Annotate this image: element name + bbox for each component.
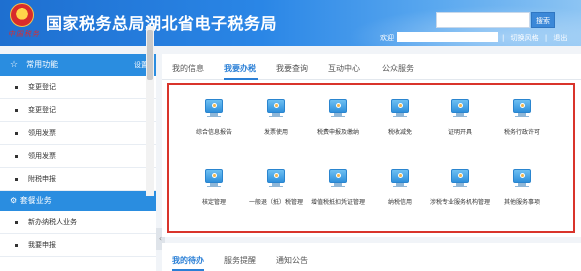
user-name-box xyxy=(397,32,498,42)
gear-icon: ⚙ xyxy=(10,196,18,205)
monitor-icon xyxy=(329,99,347,113)
package-services-header[interactable]: ⚙ 套餐业务 xyxy=(0,191,156,211)
service-invoice[interactable]: 发票使用 xyxy=(241,99,311,137)
sidebar-item-change-registration[interactable]: 变更登记 xyxy=(0,99,156,122)
sidebar-item-invoice-claim[interactable]: 领用发票 xyxy=(0,145,156,168)
monitor-icon xyxy=(513,169,531,183)
service-verification[interactable]: 核定管理 xyxy=(179,169,249,207)
tab-interaction[interactable]: 互动中心 xyxy=(328,63,360,74)
monitor-icon xyxy=(205,99,223,113)
tab-my-todo[interactable]: 我的待办 xyxy=(172,255,204,266)
services-highlight-frame: 综合信息报告 发票使用 税费申报及缴纳 税收减免 证明开具 税务行政许可 核定管… xyxy=(167,83,575,233)
search-input[interactable] xyxy=(436,12,530,28)
main-panel: 我的信息 我要办税 我要查询 互动中心 公众服务 综合信息报告 发票使用 税费申… xyxy=(162,54,581,237)
section-title: 常用功能 xyxy=(26,60,59,69)
section-title: 套餐业务 xyxy=(19,196,52,205)
sidebar-item-new-taxpayer[interactable]: 新办纳税人业务 xyxy=(0,211,156,234)
header-links: | 切换风格 | 退出 xyxy=(500,33,569,43)
service-tax-refund[interactable]: 一般退（抵）税管理 xyxy=(241,169,311,207)
tab-announcements[interactable]: 通知公告 xyxy=(276,255,308,266)
bottom-panel: 我的待办 服务提醒 通知公告 xyxy=(162,243,581,271)
main-tabs: 我的信息 我要办税 我要查询 互动中心 公众服务 xyxy=(162,54,581,80)
active-tab-indicator xyxy=(224,78,258,80)
monitor-icon xyxy=(329,169,347,183)
sidebar: ☆ 常用功能 设置 变更登记 变更登记 领用发票 领用发票 附税申报 ⚙ 套餐业务… xyxy=(0,54,156,271)
monitor-icon xyxy=(267,99,285,113)
sidebar-item-change-registration[interactable]: 变更登记 xyxy=(0,76,156,99)
scroll-thumb[interactable] xyxy=(147,30,153,80)
monitor-icon xyxy=(451,169,469,183)
link-divider: | xyxy=(544,34,548,42)
service-other[interactable]: 其他服务事项 xyxy=(487,169,557,207)
service-vat-deduction[interactable]: 增值税抵扣凭证管理 xyxy=(303,169,373,207)
site-header: 中国税务 国家税务总局湖北省电子税务局 搜索 欢迎 | 切换风格 | 退出 xyxy=(0,0,581,46)
tab-query[interactable]: 我要查询 xyxy=(276,63,308,74)
monitor-icon xyxy=(267,169,285,183)
tax-emblem-icon xyxy=(10,3,34,27)
service-admin-license[interactable]: 税务行政许可 xyxy=(487,99,557,137)
switch-style-link[interactable]: 切换风格 xyxy=(511,34,539,42)
link-divider: | xyxy=(502,34,505,42)
monitor-icon xyxy=(513,99,531,113)
sidebar-item-surtax-filing[interactable]: 附税申报 xyxy=(0,168,156,191)
logout-link[interactable]: 退出 xyxy=(553,34,567,42)
sidebar-item-file-return[interactable]: 我要申报 xyxy=(0,234,156,257)
common-functions-header[interactable]: ☆ 常用功能 设置 xyxy=(0,54,156,76)
service-tax-filing[interactable]: 税费申报及缴纳 xyxy=(303,99,373,137)
star-icon: ☆ xyxy=(10,60,19,70)
welcome-label: 欢迎 xyxy=(380,34,394,42)
monitor-icon xyxy=(391,169,409,183)
monitor-icon xyxy=(391,99,409,113)
tab-my-info[interactable]: 我的信息 xyxy=(172,63,204,74)
emblem-text: 中国税务 xyxy=(8,30,40,38)
tab-public-service[interactable]: 公众服务 xyxy=(382,63,414,74)
monitor-icon xyxy=(205,169,223,183)
service-certificate[interactable]: 证明开具 xyxy=(425,99,495,137)
site-title: 国家税务总局湖北省电子税务局 xyxy=(46,14,278,33)
service-comprehensive-report[interactable]: 综合信息报告 xyxy=(179,99,249,137)
service-agency-management[interactable]: 涉税专业服务机构管理 xyxy=(425,169,495,207)
monitor-icon xyxy=(451,99,469,113)
tab-service-reminder[interactable]: 服务提醒 xyxy=(224,255,256,266)
sidebar-item-invoice-claim[interactable]: 领用发票 xyxy=(0,122,156,145)
tab-do-tax[interactable]: 我要办税 xyxy=(224,63,256,74)
search-button[interactable]: 搜索 xyxy=(531,12,555,28)
